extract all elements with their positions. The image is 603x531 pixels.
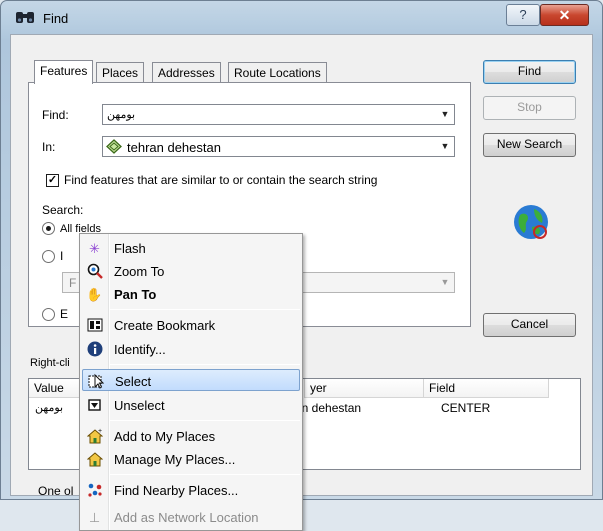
svg-text:+: + [98, 428, 102, 435]
new-search-button[interactable]: New Search [483, 133, 576, 157]
results-hint-text: Right-cli [30, 357, 70, 369]
menu-item-add-as-network-location[interactable]: ⊥ Add as Network Location [82, 506, 300, 528]
column-header-layer-label: yer [310, 381, 327, 395]
find-button[interactable]: Find [483, 60, 576, 84]
menu-separator [110, 364, 300, 365]
select-icon [87, 373, 104, 390]
menu-item-label: Manage My Places... [114, 452, 236, 467]
menu-item-label: Zoom To [114, 264, 165, 279]
stop-button[interactable]: Stop [483, 96, 576, 120]
find-label: Find: [42, 108, 69, 122]
menu-item-add-to-my-places[interactable]: + Add to My Places [82, 425, 300, 447]
radio-expression-label: E [60, 307, 69, 321]
menu-item-label: Identify... [114, 342, 166, 357]
bookmark-icon [86, 317, 103, 334]
stop-button-label: Stop [517, 100, 542, 114]
zoom-to-icon [86, 263, 103, 280]
menu-item-manage-my-places[interactable]: Manage My Places... [82, 448, 300, 470]
tab-features[interactable]: Features [34, 60, 94, 84]
menu-item-identify[interactable]: Identify... [82, 338, 300, 360]
in-layer-combo[interactable]: tehran dehestan ▼ [102, 136, 455, 157]
tab-addresses-label: Addresses [158, 66, 215, 80]
tab-route-locations-label: Route Locations [234, 66, 321, 80]
close-button[interactable]: ✕ [540, 4, 589, 26]
unselect-icon [86, 397, 103, 414]
help-button[interactable]: ? [506, 4, 540, 26]
column-header-layer[interactable]: yer [304, 379, 424, 398]
tab-places[interactable]: Places [96, 62, 145, 84]
similar-checkbox[interactable]: ✓ [46, 174, 59, 187]
menu-item-create-bookmark[interactable]: Create Bookmark [82, 314, 300, 336]
menu-item-label: Select [115, 374, 152, 389]
menu-item-label: Add to My Places [114, 429, 216, 444]
menu-separator [110, 309, 300, 310]
tab-features-label: Features [40, 64, 88, 78]
tab-places-label: Places [102, 66, 139, 80]
radio-expression[interactable] [42, 308, 55, 321]
radio-all-fields[interactable] [42, 222, 55, 235]
radio-in-field[interactable] [42, 250, 55, 263]
menu-item-label: Flash [114, 241, 146, 256]
menu-item-find-nearby-places[interactable]: Find Nearby Places... [82, 479, 300, 501]
menu-item-label: Add as Network Location [114, 510, 259, 525]
menu-item-unselect[interactable]: Unselect [82, 394, 300, 416]
find-button-label: Find [517, 64, 542, 78]
in-layer-value: tehran dehestan [127, 140, 221, 155]
status-text: One ol [38, 484, 74, 498]
chevron-down-icon[interactable]: ▼ [437, 274, 453, 291]
column-header-field[interactable]: Field [424, 379, 549, 398]
chevron-down-icon[interactable]: ▼ [437, 138, 453, 155]
cancel-button-label: Cancel [510, 317, 549, 331]
menu-item-label: Create Bookmark [114, 318, 216, 333]
column-header-value-label: Value [34, 381, 64, 395]
menu-item-flash[interactable]: ✳ Flash [82, 237, 300, 259]
menu-item-label: Find Nearby Places... [114, 483, 239, 498]
new-search-button-label: New Search [496, 137, 563, 151]
context-menu: ✳ Flash Zoom To ✋ Pan To Create Bookmark… [79, 233, 303, 531]
layer-polygon-icon [106, 139, 122, 154]
column-header-value[interactable]: Value [29, 379, 81, 398]
network-location-icon: ⊥ [88, 510, 101, 525]
menu-item-label: Unselect [114, 398, 165, 413]
binoculars-icon [15, 10, 35, 24]
add-place-icon: + [86, 428, 103, 445]
row-value: بومهن [35, 402, 64, 414]
menu-item-pan-to[interactable]: ✋ Pan To [82, 283, 300, 305]
row-field: CENTER [441, 401, 491, 415]
in-label: In: [42, 140, 56, 154]
menu-item-zoom-to[interactable]: Zoom To [82, 260, 300, 282]
find-value: بومهن [107, 109, 136, 121]
column-header-field-label: Field [429, 381, 456, 395]
nearby-places-icon [86, 482, 103, 499]
menu-separator [110, 474, 300, 475]
searching-globe-icon [512, 203, 550, 241]
tab-addresses[interactable]: Addresses [152, 62, 221, 84]
menu-separator [110, 420, 300, 421]
identify-icon [86, 341, 103, 358]
tab-route-locations[interactable]: Route Locations [228, 62, 327, 84]
similar-checkbox-label: Find features that are similar to or con… [64, 173, 378, 187]
window-title: Find [43, 11, 69, 26]
title-bar[interactable]: Find ? ✕ [1, 1, 603, 35]
field-combo-value: F [69, 276, 77, 290]
menu-item-select[interactable]: Select [82, 369, 300, 391]
find-combo[interactable]: بومهن ▼ [102, 104, 455, 125]
radio-in-field-label: I [60, 249, 64, 263]
manage-places-icon [86, 451, 103, 468]
pan-hand-icon: ✋ [86, 287, 103, 302]
cancel-button[interactable]: Cancel [483, 313, 576, 337]
flash-icon: ✳ [89, 241, 100, 256]
chevron-down-icon[interactable]: ▼ [437, 106, 453, 123]
menu-item-label: Pan To [114, 287, 157, 302]
search-label: Search: [42, 203, 84, 217]
